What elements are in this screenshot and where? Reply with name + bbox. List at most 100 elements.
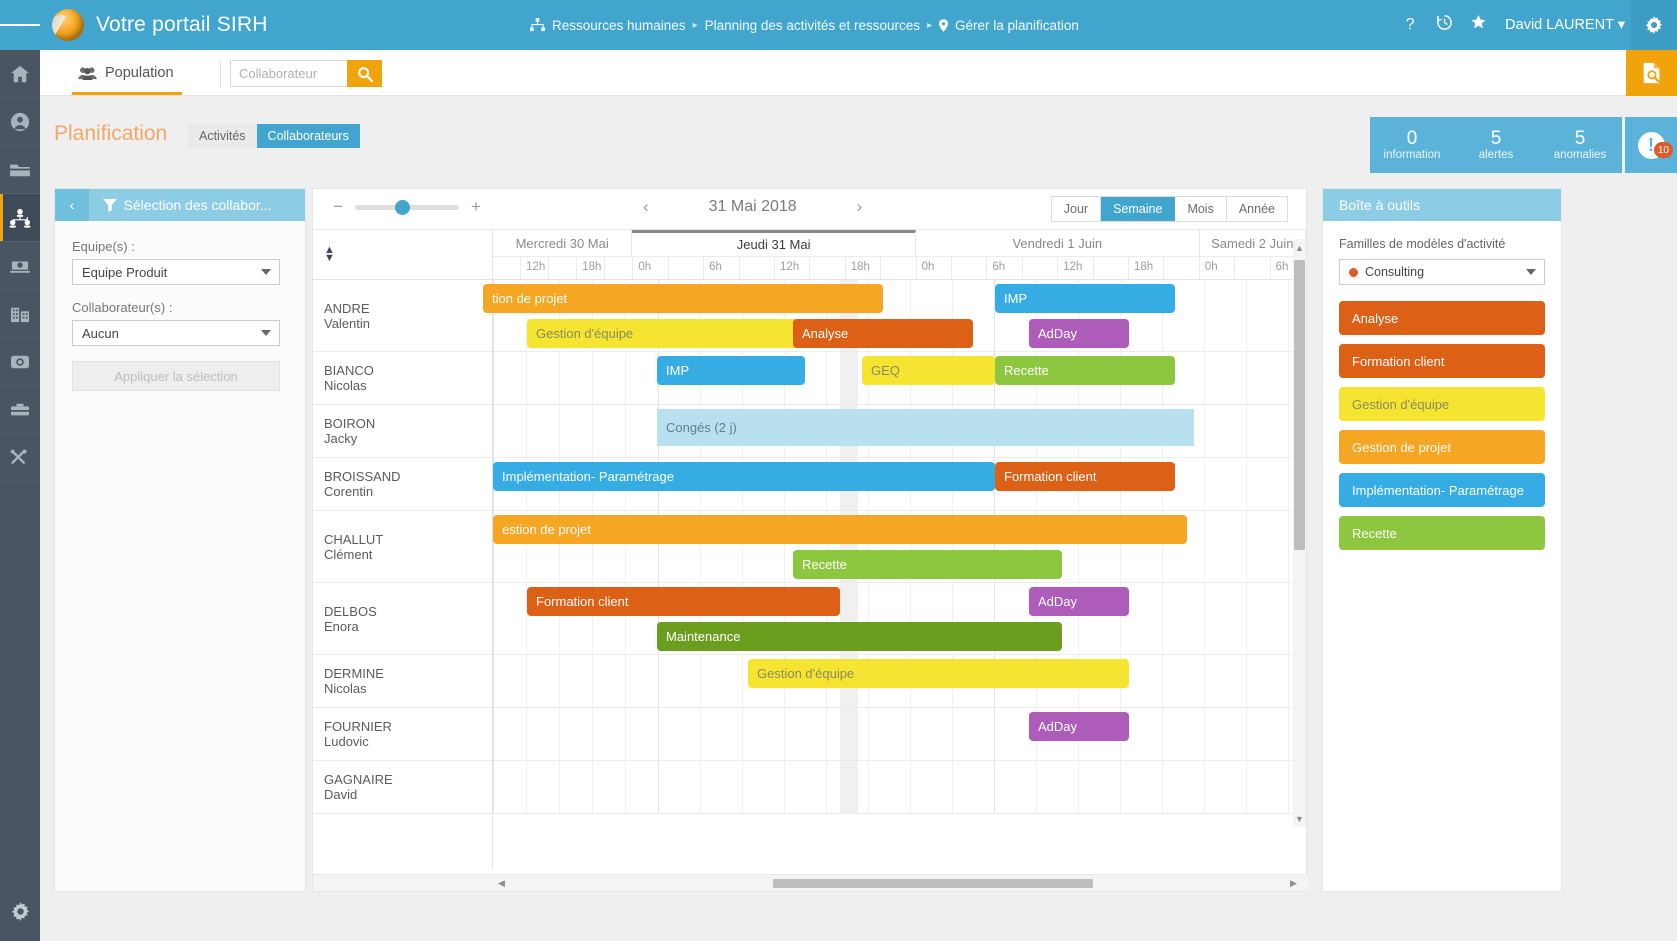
gantt-activity-bar[interactable]: Gestion d'équipe <box>527 319 799 348</box>
rail-item-training[interactable] <box>0 242 40 290</box>
help-icon[interactable]: ? <box>1393 16 1427 34</box>
gantt-activity-bar[interactable]: AdDay <box>1029 587 1129 616</box>
collaborator-firstname: Nicolas <box>324 681 367 696</box>
activity-template-item[interactable]: Formation client <box>1339 344 1545 378</box>
gantt-activity-bar[interactable]: estion de projet <box>493 515 1187 544</box>
rail-item-briefcase[interactable] <box>0 386 40 434</box>
scroll-left-arrow[interactable]: ◀ <box>493 875 510 891</box>
gantt-row-lane[interactable]: Week-endFormation clientMaintenanceAdDay <box>493 583 1306 655</box>
gantt-row-label[interactable]: DELBOS Enora <box>313 583 492 655</box>
horizontal-scroll-thumb[interactable] <box>773 879 1093 888</box>
segment-activites[interactable]: Activités <box>188 124 257 148</box>
activity-template-item[interactable]: Gestion d'équipe <box>1339 387 1545 421</box>
gantt-activity-bar[interactable]: Gestion d'équipe <box>748 659 1129 688</box>
gantt-row-label[interactable]: CHALLUT Clément <box>313 511 492 583</box>
activity-family-select[interactable]: Consulting <box>1339 259 1545 285</box>
timescale-semaine[interactable]: Semaine <box>1101 197 1176 221</box>
hamburger-menu-icon[interactable] <box>0 0 40 50</box>
activity-template-item[interactable]: Analyse <box>1339 301 1545 335</box>
vertical-scroll-thumb[interactable] <box>1294 260 1305 550</box>
collapse-panel-button[interactable]: ‹ <box>55 189 89 221</box>
gantt-row-lane[interactable]: Week-end <box>493 761 1306 814</box>
gantt-activity-bar[interactable]: IMP <box>657 356 805 385</box>
gantt-row-label[interactable]: BOIRON Jacky <box>313 405 492 458</box>
gantt-activity-bar[interactable]: AdDay <box>1029 319 1129 348</box>
stat-alertes[interactable]: 5 alertes <box>1454 129 1538 162</box>
segment-collaborateurs[interactable]: Collaborateurs <box>256 124 360 148</box>
gantt-activity-bar[interactable]: tion de projet <box>483 284 883 313</box>
breadcrumb-item-2[interactable]: Gérer la planification <box>955 18 1079 33</box>
next-period-button[interactable]: › <box>857 197 863 217</box>
zoom-slider-handle[interactable] <box>395 199 410 215</box>
favorite-star-icon[interactable] <box>1461 14 1495 36</box>
gantt-activity-bar[interactable]: Congés (2 j) <box>657 409 1194 446</box>
stat-anomalies[interactable]: 5 anomalies <box>1538 129 1622 162</box>
gantt-vertical-scrollbar[interactable]: ▲ ▼ <box>1293 239 1306 827</box>
rail-item-tools[interactable] <box>0 434 40 482</box>
tab-population[interactable]: Population <box>72 57 182 95</box>
gantt-activity-bar[interactable]: GEQ <box>862 356 995 385</box>
apply-selection-button[interactable]: Appliquer la sélection <box>72 361 280 391</box>
timescale-mois[interactable]: Mois <box>1175 197 1227 221</box>
gantt-row-label[interactable]: BIANCO Nicolas <box>313 352 492 405</box>
gantt-row-lane[interactable]: Week-endtion de projetGestion d'équipeAn… <box>483 280 1306 352</box>
zoom-slider[interactable] <box>355 199 459 215</box>
left-icon-rail <box>0 50 40 941</box>
activity-template-item[interactable]: Recette <box>1339 516 1545 550</box>
scroll-right-arrow[interactable]: ▶ <box>1285 875 1302 891</box>
rail-item-company[interactable] <box>0 290 40 338</box>
history-icon[interactable] <box>1427 14 1461 36</box>
gantt-activity-bar[interactable]: Formation client <box>527 587 840 616</box>
collaborator-select[interactable]: Aucun <box>72 320 280 346</box>
gantt-activity-bar[interactable]: AdDay <box>1029 712 1129 741</box>
gantt-row-label[interactable]: BROISSAND Corentin <box>313 458 492 511</box>
rail-item-time[interactable] <box>0 338 40 386</box>
activity-template-item[interactable]: Gestion de projet <box>1339 430 1545 464</box>
document-search-button[interactable] <box>1626 50 1677 96</box>
breadcrumb-item-1[interactable]: Planning des activités et ressources <box>705 18 920 33</box>
gantt-row-lane[interactable]: Week-endImplémentation- ParamétrageForma… <box>493 458 1306 511</box>
gantt-activity-bar[interactable]: Formation client <box>995 462 1175 491</box>
gantt-row-label[interactable]: FOURNIER Ludovic <box>313 708 492 761</box>
gantt-row-lane[interactable]: Week-endGestion d'équipe <box>493 655 1306 708</box>
gantt-activity-bar[interactable]: Recette <box>793 550 1062 579</box>
gantt-activity-bar[interactable]: Implémentation- Paramétrage <box>493 462 995 491</box>
sort-updown-icon[interactable]: ▲ ▼ <box>324 245 335 264</box>
scroll-down-arrow[interactable]: ▼ <box>1293 810 1306 827</box>
gantt-row-lane[interactable]: Week-endIMPGEQRecette <box>493 352 1306 405</box>
rail-item-org-chart[interactable] <box>0 194 40 242</box>
gantt-activity-bar[interactable]: Maintenance <box>657 622 1062 651</box>
gantt-activity-bar[interactable]: Analyse <box>793 319 973 348</box>
rail-item-folder[interactable] <box>0 146 40 194</box>
warning-button[interactable]: ! 10 <box>1625 117 1677 173</box>
gantt-row-label[interactable]: ANDRE Valentin <box>313 280 492 352</box>
gantt-row-label[interactable]: DERMINE Nicolas <box>313 655 492 708</box>
stat-information[interactable]: 0 information <box>1370 129 1454 162</box>
timescale-annee[interactable]: Année <box>1226 197 1287 221</box>
rail-item-home[interactable] <box>0 50 40 98</box>
gantt-row-lane[interactable]: Week-endCongés (2 j) <box>493 405 1306 458</box>
gantt-row-lane[interactable]: Week-endestion de projetRecette <box>493 511 1306 583</box>
gantt-row-label[interactable]: GAGNAIRE David <box>313 761 492 814</box>
activity-template-item[interactable]: Implémentation- Paramétrage <box>1339 473 1545 507</box>
gantt-activity-bar[interactable]: IMP <box>995 284 1175 313</box>
gantt-gridline <box>592 655 593 707</box>
rail-item-profile[interactable] <box>0 98 40 146</box>
search-input[interactable] <box>230 60 347 87</box>
gantt-activity-bar[interactable]: Recette <box>995 356 1175 385</box>
user-menu[interactable]: David LAURENT ▾ <box>1505 17 1625 33</box>
collaborator-lastname: FOURNIER <box>324 719 392 734</box>
breadcrumb-item-0[interactable]: Ressources humaines <box>552 18 686 33</box>
gantt-horizontal-scrollbar[interactable]: ◀ ▶ <box>313 874 1308 891</box>
team-select[interactable]: Equipe Produit <box>72 259 280 285</box>
gantt-row-lane[interactable]: Week-endAdDay <box>493 708 1306 761</box>
settings-gear-icon[interactable] <box>1631 0 1677 50</box>
scroll-up-arrow[interactable]: ▲ <box>1293 239 1306 256</box>
rail-settings-icon[interactable] <box>0 887 40 935</box>
brand-logo[interactable]: Votre portail SIRH <box>52 9 268 41</box>
zoom-out-button[interactable]: − <box>331 197 345 217</box>
timescale-jour[interactable]: Jour <box>1051 197 1102 221</box>
search-button[interactable] <box>347 60 382 87</box>
previous-period-button[interactable]: ‹ <box>643 197 649 217</box>
zoom-in-button[interactable]: + <box>469 197 483 217</box>
